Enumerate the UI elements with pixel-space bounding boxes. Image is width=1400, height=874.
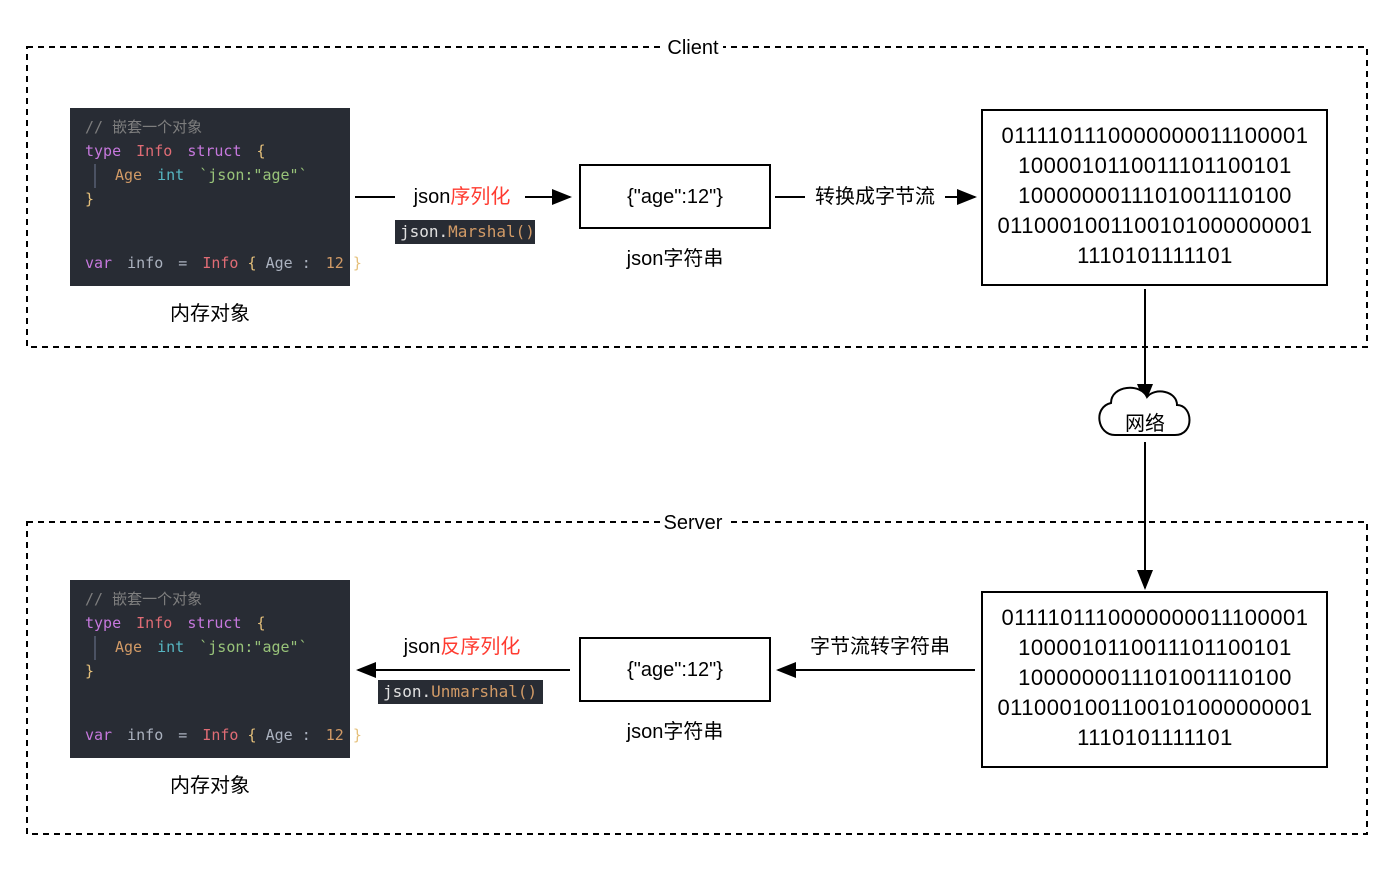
client-json-label: json字符串 xyxy=(626,247,724,270)
server-panel: Server // 嵌套一个对象 type Info struct { Age … xyxy=(27,512,1367,834)
svg-text:1000010110011101100101: 1000010110011101100101 xyxy=(1018,153,1292,178)
svg-text:0110001001100101000000001: 0110001001100101000000001 xyxy=(997,213,1312,238)
svg-text:// 嵌套一个对象: // 嵌套一个对象 xyxy=(85,590,202,608)
svg-text:{"age":12"}: {"age":12"} xyxy=(627,186,723,208)
svg-text:type Info stru: type Info struct { xyxy=(85,614,266,632)
svg-text:// 嵌套一个对象: // 嵌套一个对象 xyxy=(85,118,202,136)
svg-text:}: } xyxy=(85,190,94,208)
svg-text:0111101110000000011100001: 0111101110000000011100001 xyxy=(1002,123,1309,148)
svg-text:1000000011101001110100: 1000000011101001110100 xyxy=(1018,665,1292,690)
arrow-bytes-to-string-label: 字节流转字符串 xyxy=(810,635,950,658)
svg-text:1110101111101: 1110101111101 xyxy=(1077,243,1233,268)
arrow-serialize-label: json序列化 xyxy=(413,185,511,208)
client-binary-box: 0111101110000000011100001 10000101100111… xyxy=(982,110,1327,285)
svg-text:{"age":12"}: {"age":12"} xyxy=(627,659,723,681)
client-title: Client xyxy=(667,37,719,59)
svg-text:1000000011101001110100: 1000000011101001110100 xyxy=(1018,183,1292,208)
server-json-box: {"age":12"} xyxy=(580,638,770,701)
client-panel: Client // 嵌套一个对象 type Info struct { Age … xyxy=(27,37,1367,347)
svg-text:0111101110000000011100001: 0111101110000000011100001 xyxy=(1002,605,1309,630)
server-code-label: 内存对象 xyxy=(170,774,250,797)
arrow-deserialize-label: json反序列化 xyxy=(403,635,521,658)
network-cloud: 网络 xyxy=(1099,388,1189,435)
svg-text:json.Unmarshal(): json.Unmarshal() xyxy=(383,682,537,701)
svg-text:Age int `json:: Age int `json:"age"` xyxy=(115,638,308,656)
arrow-to-bytes-label: 转换成字节流 xyxy=(815,185,935,208)
unmarshal-snippet: json.Unmarshal() xyxy=(378,680,543,704)
marshal-snippet: json.Marshal() xyxy=(395,220,535,244)
svg-text:1110101111101: 1110101111101 xyxy=(1077,725,1233,750)
server-json-label: json字符串 xyxy=(626,720,724,743)
svg-text:网络: 网络 xyxy=(1125,412,1165,435)
client-json-box: {"age":12"} xyxy=(580,165,770,228)
svg-text:}: } xyxy=(85,662,94,680)
client-code-block: // 嵌套一个对象 type Info struct { Age int `js… xyxy=(70,108,362,286)
svg-text:Age int `json:: Age int `json:"age"` xyxy=(115,166,308,184)
svg-text:1000010110011101100101: 1000010110011101100101 xyxy=(1018,635,1292,660)
server-code-block: // 嵌套一个对象 type Info struct { Age int `js… xyxy=(70,580,362,758)
svg-text:json.Marshal(): json.Marshal() xyxy=(400,222,535,241)
svg-text:type Info stru: type Info struct { xyxy=(85,142,266,160)
server-binary-box: 0111101110000000011100001 10000101100111… xyxy=(982,592,1327,767)
svg-text:0110001001100101000000001: 0110001001100101000000001 xyxy=(997,695,1312,720)
server-title: Server xyxy=(664,512,723,534)
client-code-label: 内存对象 xyxy=(170,302,250,325)
